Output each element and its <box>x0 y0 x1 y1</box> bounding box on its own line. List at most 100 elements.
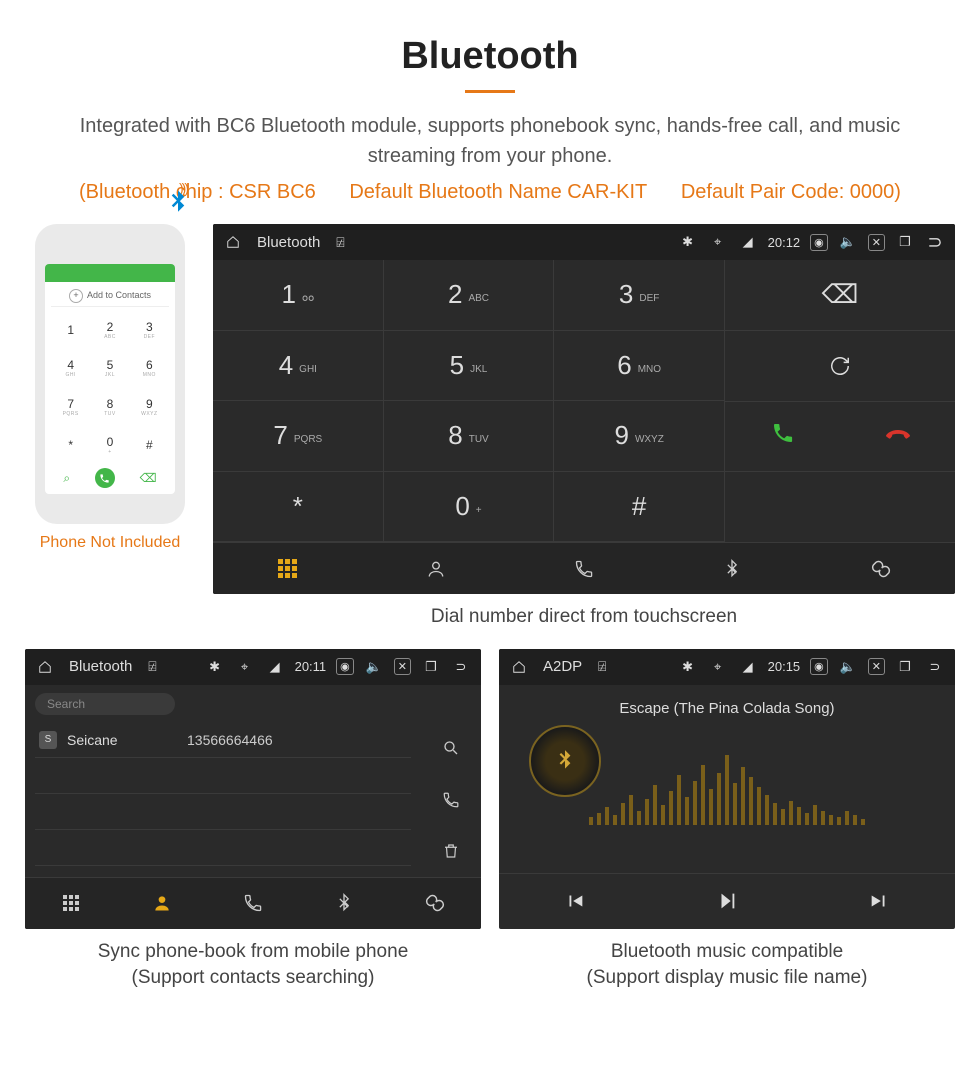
contact-row[interactable]: S Seicane 13566664466 <box>35 723 411 758</box>
viz-bar <box>725 755 729 825</box>
album-art <box>529 725 601 797</box>
nav-bluetooth[interactable] <box>658 543 806 594</box>
dial-key-1[interactable]: 1օօ <box>213 260 384 331</box>
nav-calllog[interactable] <box>207 878 298 929</box>
phone-key-6: 6MNO <box>130 349 169 387</box>
dial-key-8[interactable]: 8TUV <box>384 401 555 472</box>
clock: 20:15 <box>768 659 801 674</box>
call-button[interactable] <box>725 421 840 452</box>
viz-bar <box>813 805 817 825</box>
page-description: Integrated with BC6 Bluetooth module, su… <box>50 111 930 171</box>
home-icon[interactable] <box>223 235 243 249</box>
hangup-button[interactable] <box>840 421 955 452</box>
recents-icon[interactable]: ❐ <box>895 659 915 675</box>
dial-key-#[interactable]: # <box>554 472 725 543</box>
recents-icon[interactable]: ❐ <box>895 234 915 250</box>
close-app-icon[interactable]: ✕ <box>394 658 411 675</box>
spec-chip: (Bluetooth chip : CSR BC6 <box>79 181 316 203</box>
viz-bar <box>717 773 721 825</box>
phone-key-1: 1 <box>51 311 90 349</box>
phone-key-9: 9WXYZ <box>130 388 169 426</box>
contact-number: 13566664466 <box>187 732 273 748</box>
call-icon[interactable] <box>421 774 481 825</box>
nav-contacts[interactable] <box>361 543 509 594</box>
close-app-icon[interactable]: ✕ <box>868 658 885 675</box>
home-icon[interactable] <box>35 660 55 674</box>
phone-key-4: 4GHI <box>51 349 90 387</box>
dial-key-2[interactable]: 2ABC <box>384 260 555 331</box>
camera-icon[interactable]: ◉ <box>810 658 828 675</box>
redial-button[interactable] <box>725 331 955 402</box>
nav-calllog[interactable] <box>510 543 658 594</box>
dialer-statusbar: Bluetooth ⍯ ✱ ⌖ ◢ 20:12 ◉ 🔈 ✕ ❐ ⊃ <box>213 224 955 260</box>
nav-contacts[interactable] <box>116 878 207 929</box>
viz-bar <box>845 811 849 825</box>
back-icon[interactable]: ⊃ <box>451 659 471 675</box>
phone-key-3: 3DEF <box>130 311 169 349</box>
location-icon: ⌖ <box>708 659 728 675</box>
bt-status-icon: ✱ <box>678 234 698 250</box>
back-icon[interactable]: ⊃ <box>925 232 945 253</box>
prev-button[interactable] <box>499 874 651 929</box>
home-icon[interactable] <box>509 660 529 674</box>
viz-bar <box>789 801 793 825</box>
next-button[interactable] <box>803 874 955 929</box>
delete-icon[interactable] <box>421 825 481 876</box>
phone-key-#: # <box>130 426 169 464</box>
dial-key-*[interactable]: * <box>213 472 384 543</box>
volume-icon[interactable]: 🔈 <box>364 659 384 675</box>
backspace-button[interactable]: ⌫ <box>725 260 955 331</box>
dial-key-9[interactable]: 9WXYZ <box>554 401 725 472</box>
viz-bar <box>765 795 769 825</box>
music-caption: Bluetooth music compatible (Support disp… <box>499 939 955 992</box>
back-icon[interactable]: ⊃ <box>925 659 945 675</box>
dial-key-5[interactable]: 5JKL <box>384 331 555 402</box>
phone-caption: Phone Not Included <box>25 534 195 552</box>
phone-key-5: 5JKL <box>90 349 129 387</box>
viz-bar <box>645 799 649 825</box>
dialer-caption: Dial number direct from touchscreen <box>213 604 955 631</box>
phone-keypad: 12ABC3DEF4GHI5JKL6MNO7PQRS8TUV9WXYZ*0+# <box>51 311 169 464</box>
phone-dial-button <box>95 468 115 488</box>
nav-keypad[interactable] <box>213 543 361 594</box>
add-to-contacts: Add to Contacts <box>51 286 169 307</box>
dial-key-7[interactable]: 7PQRS <box>213 401 384 472</box>
empty-row <box>35 830 411 866</box>
close-app-icon[interactable]: ✕ <box>868 234 885 251</box>
volume-icon[interactable]: 🔈 <box>838 234 858 250</box>
dial-key-0[interactable]: 0+ <box>384 472 555 543</box>
bt-status-icon: ✱ <box>205 659 225 675</box>
viz-bar <box>669 791 673 825</box>
recents-icon[interactable]: ❐ <box>421 659 441 675</box>
empty-row <box>35 794 411 830</box>
nav-keypad[interactable] <box>25 878 116 929</box>
voicemail-icon: ⌕ <box>63 471 70 486</box>
music-screen: A2DP ⍯ ✱ ⌖ ◢ 20:15 ◉ 🔈 ✕ ❐ ⊃ <box>499 649 955 929</box>
clock: 20:12 <box>768 235 801 250</box>
search-icon[interactable] <box>421 723 481 774</box>
contacts-title: Bluetooth <box>69 658 132 675</box>
location-icon: ⌖ <box>708 234 728 250</box>
dial-key-4[interactable]: 4GHI <box>213 331 384 402</box>
dialer-title: Bluetooth <box>257 234 320 251</box>
play-pause-button[interactable] <box>651 874 803 929</box>
phone-statusbar <box>45 264 175 282</box>
camera-icon[interactable]: ◉ <box>810 234 828 251</box>
dial-key-6[interactable]: 6MNO <box>554 331 725 402</box>
player-controls <box>499 873 955 929</box>
nav-pair[interactable] <box>807 543 955 594</box>
nav-bluetooth[interactable] <box>299 878 390 929</box>
dial-key-3[interactable]: 3DEF <box>554 260 725 331</box>
dialer-keypad: 1օօ2ABC3DEF 4GHI5JKL6MNO 7PQRS8TUV9WXYZ *0+… <box>213 260 725 542</box>
viz-bar <box>829 815 833 825</box>
viz-bar <box>701 765 705 825</box>
nav-pair[interactable] <box>390 878 481 929</box>
spec-code: Default Pair Code: 0000) <box>681 181 901 203</box>
search-input[interactable]: Search <box>35 693 175 715</box>
dialer-screen: Bluetooth ⍯ ✱ ⌖ ◢ 20:12 ◉ 🔈 ✕ ❐ ⊃ <box>213 224 955 594</box>
music-title: A2DP <box>543 658 582 675</box>
viz-bar <box>853 815 857 825</box>
viz-bar <box>797 807 801 825</box>
camera-icon[interactable]: ◉ <box>336 658 354 675</box>
volume-icon[interactable]: 🔈 <box>838 659 858 675</box>
